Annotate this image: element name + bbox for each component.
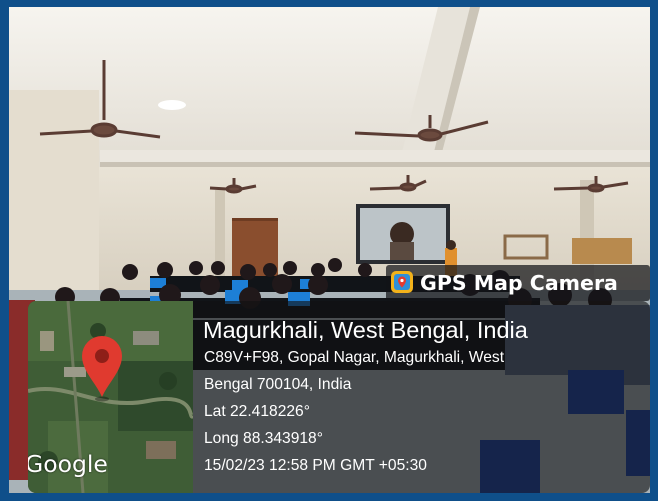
address-line-1: C89V+F98, Gopal Nagar, Magurkhali, West — [204, 349, 505, 366]
timestamp-text: 15/02/23 12:58 PM GMT +05:30 — [204, 457, 427, 474]
map-thumbnail: Google — [28, 301, 193, 493]
address-line-2: Bengal 700104, India — [204, 376, 352, 393]
app-name-label: GPS Map Camera — [420, 271, 618, 295]
location-info-panel: Google Magurkhali, West Bengal, India C8… — [28, 301, 650, 493]
gps-camera-app-icon — [391, 271, 413, 293]
gps-camera-badge: GPS Map Camera — [386, 265, 650, 301]
google-logo: Google — [28, 450, 108, 478]
location-title: Magurkhali, West Bengal, India — [203, 317, 528, 343]
photo-frame: GPS Map Camera Google Magurkhali, West B… — [0, 0, 658, 501]
latitude-text: Lat 22.418226° — [204, 403, 310, 420]
longitude-text: Long 88.343918° — [204, 430, 323, 447]
